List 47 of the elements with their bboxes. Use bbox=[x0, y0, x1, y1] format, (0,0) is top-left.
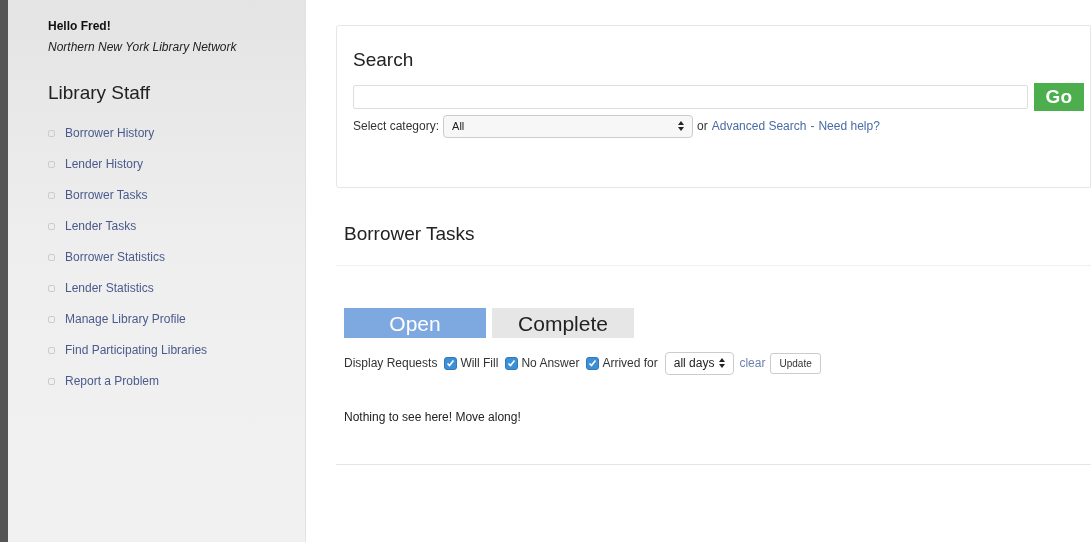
bullet-icon bbox=[48, 346, 55, 354]
sidebar-link[interactable]: Lender Statistics bbox=[65, 279, 154, 297]
filter-option: No Answer bbox=[521, 354, 580, 372]
check-icon bbox=[507, 358, 517, 368]
filter-option: Will Fill bbox=[460, 354, 499, 372]
sidebar-title: Library Staff bbox=[48, 81, 152, 105]
section-title: Borrower Tasks bbox=[344, 222, 476, 246]
sidebar-link[interactable]: Manage Library Profile bbox=[65, 310, 186, 328]
help-link[interactable]: Need help? bbox=[818, 117, 880, 135]
empty-message: Nothing to see here! Move along! bbox=[344, 408, 522, 426]
clear-link[interactable]: clear bbox=[739, 354, 766, 372]
tab[interactable]: Complete bbox=[492, 307, 634, 338]
or-text: or bbox=[697, 118, 708, 135]
filter-option: Arrived for bbox=[602, 354, 658, 372]
sidebar-link[interactable]: Lender History bbox=[65, 155, 144, 173]
bullet-icon bbox=[48, 315, 55, 323]
check-icon bbox=[446, 358, 456, 368]
bullet-icon bbox=[48, 377, 55, 385]
check-icon bbox=[588, 358, 598, 368]
bullet-icon bbox=[48, 253, 55, 261]
separator-text: - bbox=[810, 118, 815, 135]
sidebar-link[interactable]: Borrower Statistics bbox=[65, 248, 166, 266]
bullet-icon bbox=[48, 160, 55, 168]
sidebar-link[interactable]: Lender Tasks bbox=[65, 217, 137, 235]
organization-name: Northern New York Library Network bbox=[48, 39, 238, 56]
sidebar-link[interactable]: Report a Problem bbox=[65, 372, 160, 390]
sidebar-link[interactable]: Borrower Tasks bbox=[65, 186, 148, 204]
period-select[interactable]: all days bbox=[664, 351, 735, 375]
bullet-icon bbox=[48, 191, 55, 199]
updown-arrows-icon bbox=[678, 121, 685, 131]
advanced-search-link[interactable]: Advanced Search bbox=[711, 117, 807, 135]
greeting: Hello Fred! bbox=[48, 18, 112, 35]
checkbox[interactable] bbox=[586, 356, 600, 370]
filter-label: Display Requests bbox=[344, 355, 438, 372]
category-select[interactable]: All bbox=[443, 114, 694, 138]
updown-arrows-icon bbox=[719, 358, 726, 368]
sidebar-link[interactable]: Borrower History bbox=[65, 124, 155, 142]
bullet-icon bbox=[48, 222, 55, 230]
category-label: Select category: bbox=[353, 118, 440, 135]
checkbox[interactable] bbox=[444, 356, 458, 370]
checkbox[interactable] bbox=[505, 356, 519, 370]
bullet-icon bbox=[48, 284, 55, 292]
sidebar-link[interactable]: Find Participating Libraries bbox=[65, 341, 208, 359]
search-title: Search bbox=[353, 48, 415, 72]
bullet-icon bbox=[48, 129, 55, 137]
search-field[interactable] bbox=[353, 84, 1028, 109]
update-button[interactable]: Update bbox=[770, 352, 821, 374]
